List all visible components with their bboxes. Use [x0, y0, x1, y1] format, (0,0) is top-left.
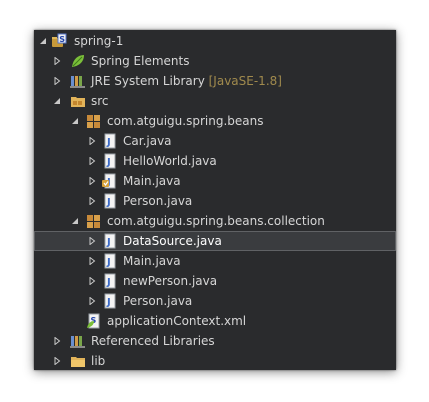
- tree-item-src[interactable]: src: [34, 91, 396, 111]
- tree-item-file[interactable]: J Main.java: [34, 251, 396, 271]
- package-explorer-tree: S spring-1 Spring Elements JRE System Li…: [34, 30, 396, 370]
- java-file-icon: J: [102, 153, 118, 169]
- tree-item-label: Car.java: [123, 134, 172, 148]
- svg-text:J: J: [106, 237, 111, 248]
- tree-item-file[interactable]: J HelloWorld.java: [34, 151, 396, 171]
- java-file-icon: J: [102, 233, 118, 249]
- folder-icon: [70, 353, 86, 369]
- svg-text:J: J: [106, 277, 111, 288]
- tree-item-jre-library[interactable]: JRE System Library [JavaSE-1.8]: [34, 71, 396, 91]
- collapsed-arrow-icon[interactable]: [87, 136, 97, 146]
- tree-item-spring-elements[interactable]: Spring Elements: [34, 51, 396, 71]
- collapsed-arrow-icon[interactable]: [87, 236, 97, 246]
- library-icon: [70, 333, 86, 349]
- tree-item-label: Referenced Libraries: [91, 334, 215, 348]
- package-icon: [86, 213, 102, 229]
- tree-item-file[interactable]: J Person.java: [34, 191, 396, 211]
- tree-item-label: newPerson.java: [123, 274, 218, 288]
- collapsed-arrow-icon[interactable]: [87, 176, 97, 186]
- spring-leaf-icon: [70, 53, 86, 69]
- expanded-arrow-icon[interactable]: [52, 96, 62, 106]
- collapsed-arrow-icon[interactable]: [87, 156, 97, 166]
- collapsed-arrow-icon[interactable]: [87, 296, 97, 306]
- svg-text:J: J: [106, 157, 111, 168]
- java-file-icon: J: [102, 193, 118, 209]
- tree-item-file[interactable]: J Person.java: [34, 291, 396, 311]
- svg-text:J: J: [106, 257, 111, 268]
- library-icon: [70, 73, 86, 89]
- spring-xml-file-icon: S: [86, 313, 102, 329]
- tree-item-label: Person.java: [123, 194, 193, 208]
- tree-item-file[interactable]: J newPerson.java: [34, 271, 396, 291]
- tree-item-package-collection[interactable]: com.atguigu.spring.beans.collection: [34, 211, 396, 231]
- package-icon: [86, 113, 102, 129]
- collapsed-arrow-icon[interactable]: [52, 356, 62, 366]
- tree-item-label: DataSource.java: [123, 234, 222, 248]
- tree-item-label: com.atguigu.spring.beans.collection: [107, 214, 325, 228]
- tree-item-label: lib: [91, 354, 106, 368]
- tree-item-application-context[interactable]: S applicationContext.xml: [34, 311, 396, 331]
- tree-item-label: JRE System Library [JavaSE-1.8]: [91, 74, 282, 88]
- tree-item-label: src: [91, 94, 109, 108]
- java-main-file-icon: J: [102, 173, 118, 189]
- expanded-arrow-icon[interactable]: [38, 36, 48, 46]
- tree-item-label: Main.java: [123, 254, 181, 268]
- collapsed-arrow-icon[interactable]: [87, 276, 97, 286]
- expanded-arrow-icon[interactable]: [70, 116, 80, 126]
- tree-item-label: applicationContext.xml: [107, 314, 247, 328]
- collapsed-arrow-icon[interactable]: [52, 76, 62, 86]
- tree-item-referenced-libraries[interactable]: Referenced Libraries: [34, 331, 396, 351]
- tree-item-file-selected[interactable]: J DataSource.java: [34, 231, 396, 251]
- collapsed-arrow-icon[interactable]: [87, 256, 97, 266]
- tree-item-label: Person.java: [123, 294, 193, 308]
- tree-item-file[interactable]: J Main.java: [34, 171, 396, 191]
- jre-label: JRE System Library: [91, 74, 205, 88]
- project-icon: S: [51, 33, 67, 49]
- java-file-icon: J: [102, 273, 118, 289]
- svg-text:J: J: [106, 297, 111, 308]
- tree-item-label: spring-1: [74, 34, 124, 48]
- java-file-icon: J: [102, 133, 118, 149]
- java-file-icon: J: [102, 293, 118, 309]
- expanded-arrow-icon[interactable]: [70, 216, 80, 226]
- tree-item-lib-folder[interactable]: lib: [34, 351, 396, 370]
- tree-item-file[interactable]: J Car.java: [34, 131, 396, 151]
- tree-item-label: com.atguigu.spring.beans: [107, 114, 264, 128]
- collapsed-arrow-icon[interactable]: [52, 56, 62, 66]
- collapsed-arrow-icon[interactable]: [52, 336, 62, 346]
- svg-text:S: S: [59, 35, 65, 44]
- tree-item-package-beans[interactable]: com.atguigu.spring.beans: [34, 111, 396, 131]
- tree-item-label: Spring Elements: [91, 54, 190, 68]
- collapsed-arrow-icon[interactable]: [87, 196, 97, 206]
- java-file-icon: J: [102, 253, 118, 269]
- tree-item-label: HelloWorld.java: [123, 154, 217, 168]
- svg-text:J: J: [106, 197, 111, 208]
- svg-text:J: J: [106, 137, 111, 148]
- source-folder-icon: [70, 93, 86, 109]
- jre-version-suffix: [JavaSE-1.8]: [208, 74, 282, 88]
- tree-item-project[interactable]: S spring-1: [34, 31, 396, 51]
- tree-item-label: Main.java: [123, 174, 181, 188]
